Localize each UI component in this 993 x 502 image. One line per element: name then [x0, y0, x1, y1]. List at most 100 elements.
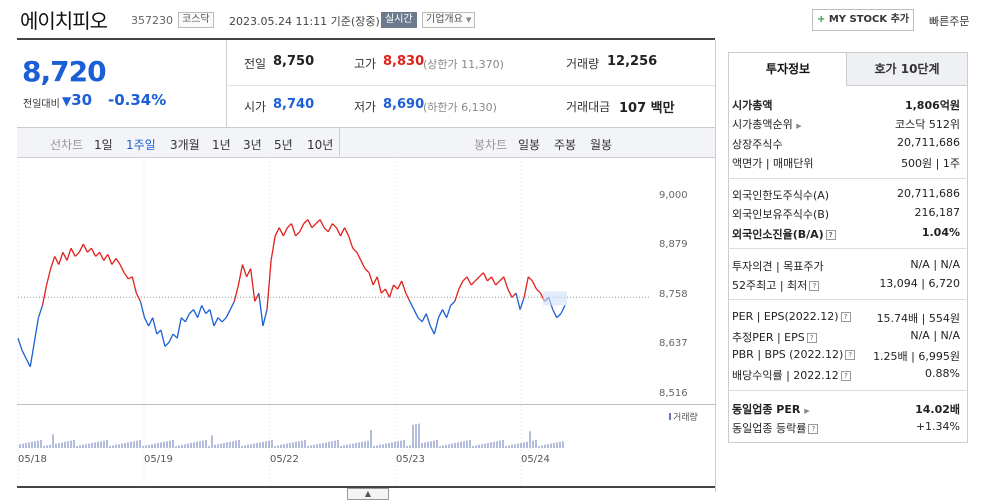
industry-per-value: 14.02배 — [915, 403, 960, 416]
help-icon[interactable]: ? — [806, 333, 817, 343]
amount-label: 거래대금 — [566, 100, 611, 114]
price-segment — [286, 223, 292, 229]
volume-legend-swatch — [669, 413, 671, 420]
price-segment — [58, 252, 64, 265]
price-segment — [107, 254, 113, 265]
change-value: ▼30 — [62, 91, 92, 109]
help-icon[interactable]: ? — [845, 350, 856, 360]
change-amount: 30 — [71, 91, 93, 109]
prev-close-label: 전일 — [244, 57, 267, 71]
last-price-highlight — [543, 291, 567, 306]
price-segment — [401, 280, 407, 294]
price-segment — [25, 358, 31, 368]
foreign-limit-label: 외국인한도주식수(A) — [732, 189, 830, 202]
tab-1d[interactable]: 1일 — [94, 136, 113, 153]
y-tick-label: 8,637 — [659, 338, 688, 349]
price-segment — [148, 317, 154, 327]
line-chart-label: 선차트 — [50, 138, 84, 152]
industry-change-label: 동일업종 등락률? — [732, 420, 819, 436]
price-segment — [482, 272, 489, 282]
tab-daily-candle[interactable]: 일봉 — [518, 136, 540, 153]
price-segment — [499, 276, 505, 282]
y-tick-label: 8,758 — [659, 289, 688, 300]
par-value-label: 액면가 | 매매단위 — [732, 157, 814, 170]
tab-orderbook[interactable]: 호가 10단계 — [846, 52, 968, 86]
upper-limit: (상한가 11,370) — [423, 58, 504, 71]
price-segment — [368, 272, 374, 286]
candle-chart-label: 봉차트 — [474, 138, 508, 152]
price-segment — [490, 276, 497, 286]
price-segment — [413, 309, 419, 319]
price-segment — [160, 329, 166, 347]
price-segment — [274, 227, 280, 237]
price-segment — [397, 280, 403, 290]
panel-separator — [728, 390, 966, 391]
est-per-eps-label: 추정PER | EPS? — [732, 329, 817, 345]
open-value: 8,740 — [273, 97, 315, 112]
down-triangle-icon: ▼ — [62, 94, 72, 108]
expand-handle[interactable]: ▲ — [347, 488, 389, 500]
price-chart[interactable] — [0, 157, 715, 487]
help-icon[interactable]: ? — [840, 371, 851, 381]
price-segment — [82, 243, 88, 253]
help-icon[interactable]: ? — [808, 424, 819, 434]
price-segment — [250, 268, 256, 302]
dividend-label: 배당수익률 | 2022.12? — [732, 367, 851, 383]
price-segment — [50, 256, 56, 269]
price-segment — [103, 253, 109, 261]
opinion-value: N/A | N/A — [910, 258, 960, 271]
est-per-eps-value: N/A | N/A — [910, 329, 960, 342]
price-segment — [192, 309, 199, 319]
price-segment — [560, 305, 566, 314]
price-segment — [99, 251, 105, 261]
tab-weekly-candle[interactable]: 주봉 — [554, 136, 576, 153]
chevron-up-icon: ▲ — [364, 489, 372, 498]
industry-per-label[interactable]: 동일업종 PER ▶ — [732, 401, 810, 417]
tab-1w[interactable]: 1주일 — [126, 136, 156, 153]
week52-label: 52주최고 | 최저? — [732, 277, 820, 293]
price-segment — [152, 317, 158, 335]
volume-legend-label: 거래량 — [673, 413, 698, 423]
price-segment — [478, 272, 484, 278]
price-segment — [78, 243, 84, 253]
help-icon[interactable]: ? — [825, 230, 836, 240]
quick-order-button[interactable]: 빠른주문 — [929, 13, 969, 29]
price-segment — [270, 235, 276, 261]
price-segment — [433, 317, 440, 335]
price-segment — [135, 292, 142, 302]
price-segment — [466, 276, 472, 286]
tab-invest-info[interactable]: 투자정보 — [728, 52, 848, 85]
price-segment — [41, 284, 48, 306]
price-segment — [205, 309, 211, 315]
price-segment — [164, 341, 170, 347]
price-segment — [196, 305, 203, 318]
price-segment — [45, 268, 52, 286]
par-value-value: 500원 | 1주 — [901, 157, 960, 170]
change-label: 전일대비 — [23, 99, 60, 110]
market-cap-rank-label[interactable]: 시가총액순위 ▶ — [732, 116, 802, 132]
add-mystock-button[interactable]: + MY STOCK 추가 — [812, 9, 914, 31]
price-segment — [33, 317, 40, 343]
tab-monthly-candle[interactable]: 월봉 — [590, 136, 612, 153]
price-segment — [495, 280, 501, 286]
realtime-button[interactable]: 실시간 — [381, 12, 417, 28]
price-segment — [86, 247, 92, 253]
tab-1y[interactable]: 1년 — [212, 136, 231, 153]
market-badge: 코스닥 — [178, 12, 214, 28]
price-segment — [180, 317, 186, 323]
tab-10y[interactable]: 10년 — [307, 136, 333, 153]
foreign-holdings-label: 외국인보유주식수(B) — [732, 208, 830, 221]
amount-value: 107 백만 — [619, 101, 675, 116]
price-segment — [201, 305, 207, 314]
tab-5y[interactable]: 5년 — [274, 136, 293, 153]
volume-legend: 거래량 — [669, 410, 698, 423]
price-segment — [143, 317, 150, 327]
corp-info-button[interactable]: 기업개요 ▼ — [422, 12, 476, 28]
price-segment — [111, 258, 117, 265]
tab-3m[interactable]: 3개월 — [170, 136, 200, 153]
help-icon[interactable]: ? — [840, 312, 851, 322]
tab-3y[interactable]: 3년 — [243, 136, 262, 153]
x-tick-label: 05/19 — [144, 454, 173, 465]
price-segment — [364, 268, 370, 274]
help-icon[interactable]: ? — [809, 281, 820, 291]
